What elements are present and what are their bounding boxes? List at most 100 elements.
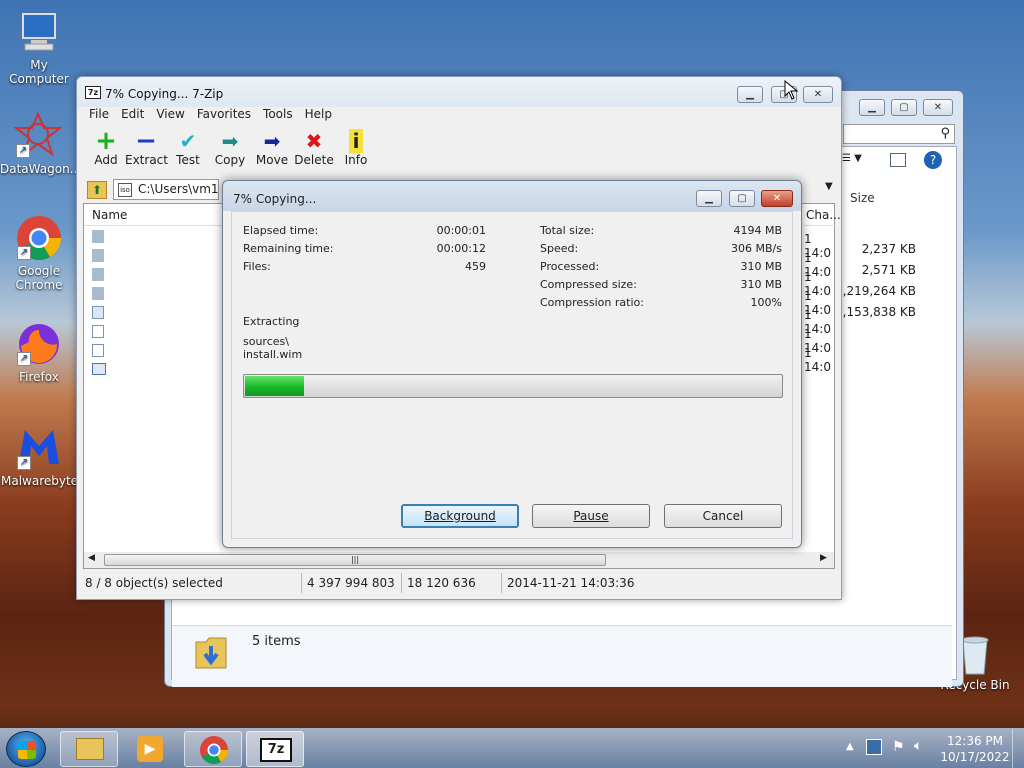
processed-value: 310 MB — [740, 260, 782, 273]
copy-button[interactable]: ➡ Copy — [209, 129, 251, 167]
item-count: 5 items — [252, 634, 301, 649]
folder-icon — [92, 268, 104, 281]
add-button[interactable]: + Add — [85, 128, 127, 167]
show-desktop-button[interactable] — [1012, 729, 1024, 768]
cancel-button[interactable]: Cancel — [664, 504, 782, 528]
progress-bar — [243, 374, 783, 398]
view-dropdown-icon[interactable]: ☰ ▼ — [842, 153, 862, 164]
taskbar-explorer[interactable] — [60, 731, 118, 767]
network-icon[interactable] — [866, 739, 882, 755]
size-cell: 2,237 KB — [861, 242, 916, 256]
dialog-body: Elapsed time: 00:00:01 Remaining time: 0… — [231, 211, 793, 539]
folder-icon — [92, 230, 104, 243]
scroll-thumb[interactable]: ||| — [104, 554, 606, 566]
desktop-icon-label: Malwarebytes — [1, 474, 85, 488]
pause-button[interactable]: Pause — [532, 504, 650, 528]
files-value: 459 — [465, 260, 486, 273]
clock-time[interactable]: 12:36 PM — [944, 734, 1006, 748]
menu-help[interactable]: Help — [299, 107, 338, 121]
size-column-header[interactable]: Size — [850, 191, 875, 205]
remaining-label: Remaining time: — [243, 242, 334, 255]
desktop-icon-label: Google Chrome — [15, 264, 63, 292]
datawagon-icon: ↗ — [13, 111, 63, 160]
delete-x-icon: ✖ — [305, 129, 323, 153]
preview-pane-icon[interactable] — [890, 153, 906, 167]
move-button[interactable]: ➡ Move — [251, 129, 293, 167]
media-player-icon: ▶ — [137, 736, 163, 762]
taskbar-media-player[interactable]: ▶ — [122, 731, 180, 767]
menu-favorites[interactable]: Favorites — [191, 107, 257, 121]
close-button[interactable]: ✕ — [803, 86, 833, 103]
minimize-button[interactable]: ▁ — [859, 99, 885, 116]
test-button[interactable]: ✔ Test — [167, 129, 209, 167]
name-column-header[interactable]: Name — [84, 204, 224, 226]
current-path-line1: sources\ — [243, 335, 289, 348]
scroll-left-arrow[interactable]: ◀ — [88, 553, 95, 563]
check-icon: ✔ — [179, 129, 197, 153]
packed-size: 18 120 636 — [407, 576, 476, 590]
computer-icon — [15, 8, 63, 56]
folder-up-icon[interactable]: ⬆ — [87, 181, 107, 199]
show-hidden-icons-button[interactable]: ▲ — [846, 741, 854, 752]
clock-date[interactable]: 10/17/2022 — [940, 750, 1010, 764]
compression-ratio-label: Compression ratio: — [540, 296, 644, 309]
info-button[interactable]: i Info — [335, 129, 377, 167]
desktop-icon-label: Firefox — [19, 370, 59, 384]
changed-column-header[interactable]: Cha... — [804, 204, 841, 226]
desktop-icon-datawagon[interactable]: ↗ DataWagon... — [0, 111, 81, 176]
maximize-button[interactable]: ▢ — [729, 190, 755, 207]
file-icon — [92, 325, 104, 338]
chrome-icon: ↗ — [15, 214, 63, 262]
modified-date: 2014-11-21 14:03:36 — [507, 576, 635, 590]
search-icon: ⚲ — [940, 126, 950, 141]
volume-icon[interactable]: 🔈︎ — [914, 738, 922, 754]
copy-progress-dialog[interactable]: 7% Copying... ▁ ▢ ✕ Elapsed time: 00:00:… — [222, 180, 802, 548]
desktop-icon-malwarebytes[interactable]: ↗ Malwarebytes — [1, 424, 85, 488]
horizontal-scrollbar[interactable]: ◀ ||| ▶ — [84, 552, 834, 568]
dialog-title-bar[interactable]: 7% Copying... ▁ ▢ ✕ — [223, 181, 801, 211]
operation-label: Extracting — [243, 315, 300, 328]
details-pane: 5 items — [172, 625, 952, 687]
window-title: 7% Copying... 7-Zip — [105, 87, 224, 101]
sevenzip-app-icon: 7z — [85, 86, 101, 99]
scroll-right-arrow[interactable]: ▶ — [820, 553, 827, 563]
start-button[interactable] — [6, 731, 46, 767]
elapsed-label: Elapsed time: — [243, 224, 319, 237]
maximize-button[interactable]: ▢ — [891, 99, 917, 116]
extract-button[interactable]: − Extract — [125, 128, 168, 167]
size-cell: 4,153,838 KB — [835, 305, 916, 319]
menu-file[interactable]: File — [83, 107, 115, 121]
shortcut-arrow-icon: ↗ — [17, 352, 31, 366]
files-label: Files: — [243, 260, 271, 273]
desktop-icon-my-computer[interactable]: My Computer — [1, 8, 77, 86]
close-button[interactable]: ✕ — [923, 99, 953, 116]
mouse-cursor-icon — [784, 79, 799, 100]
taskbar-chrome[interactable] — [184, 731, 242, 767]
action-center-flag-icon[interactable]: ⚑ — [892, 739, 905, 755]
processed-label: Processed: — [540, 260, 600, 273]
taskbar-7zip[interactable]: 7z — [246, 731, 304, 767]
background-button[interactable]: Background — [401, 504, 519, 528]
menu-edit[interactable]: Edit — [115, 107, 150, 121]
help-icon[interactable]: ? — [924, 151, 942, 169]
path-dropdown-arrow[interactable]: ▼ — [825, 181, 833, 192]
menu-tools[interactable]: Tools — [257, 107, 299, 121]
folder-download-icon — [194, 634, 228, 670]
total-size-label: Total size: — [540, 224, 595, 237]
delete-button[interactable]: ✖ Delete — [293, 129, 335, 167]
progress-fill — [245, 376, 304, 396]
menu-bar: File Edit View Favorites Tools Help — [83, 107, 338, 125]
app-file-icon — [92, 363, 106, 375]
minimize-button[interactable]: ▁ — [737, 86, 763, 103]
desktop-icon-firefox[interactable]: ↗ Firefox — [1, 320, 77, 384]
size-cell: 2,571 KB — [861, 263, 916, 277]
title-bar[interactable]: 7z 7% Copying... 7-Zip ▁ ▢ ✕ — [77, 77, 841, 107]
minimize-button[interactable]: ▁ — [696, 190, 722, 207]
desktop-icon-chrome[interactable]: ↗ Google Chrome — [1, 214, 77, 292]
path-input[interactable]: iso C:\Users\vm1\D — [113, 179, 219, 200]
file-icon — [92, 344, 104, 357]
search-box[interactable]: ⚲ — [843, 124, 955, 144]
desktop-icon-label: My Computer — [9, 58, 69, 86]
menu-view[interactable]: View — [150, 107, 190, 121]
close-button[interactable]: ✕ — [761, 190, 793, 207]
